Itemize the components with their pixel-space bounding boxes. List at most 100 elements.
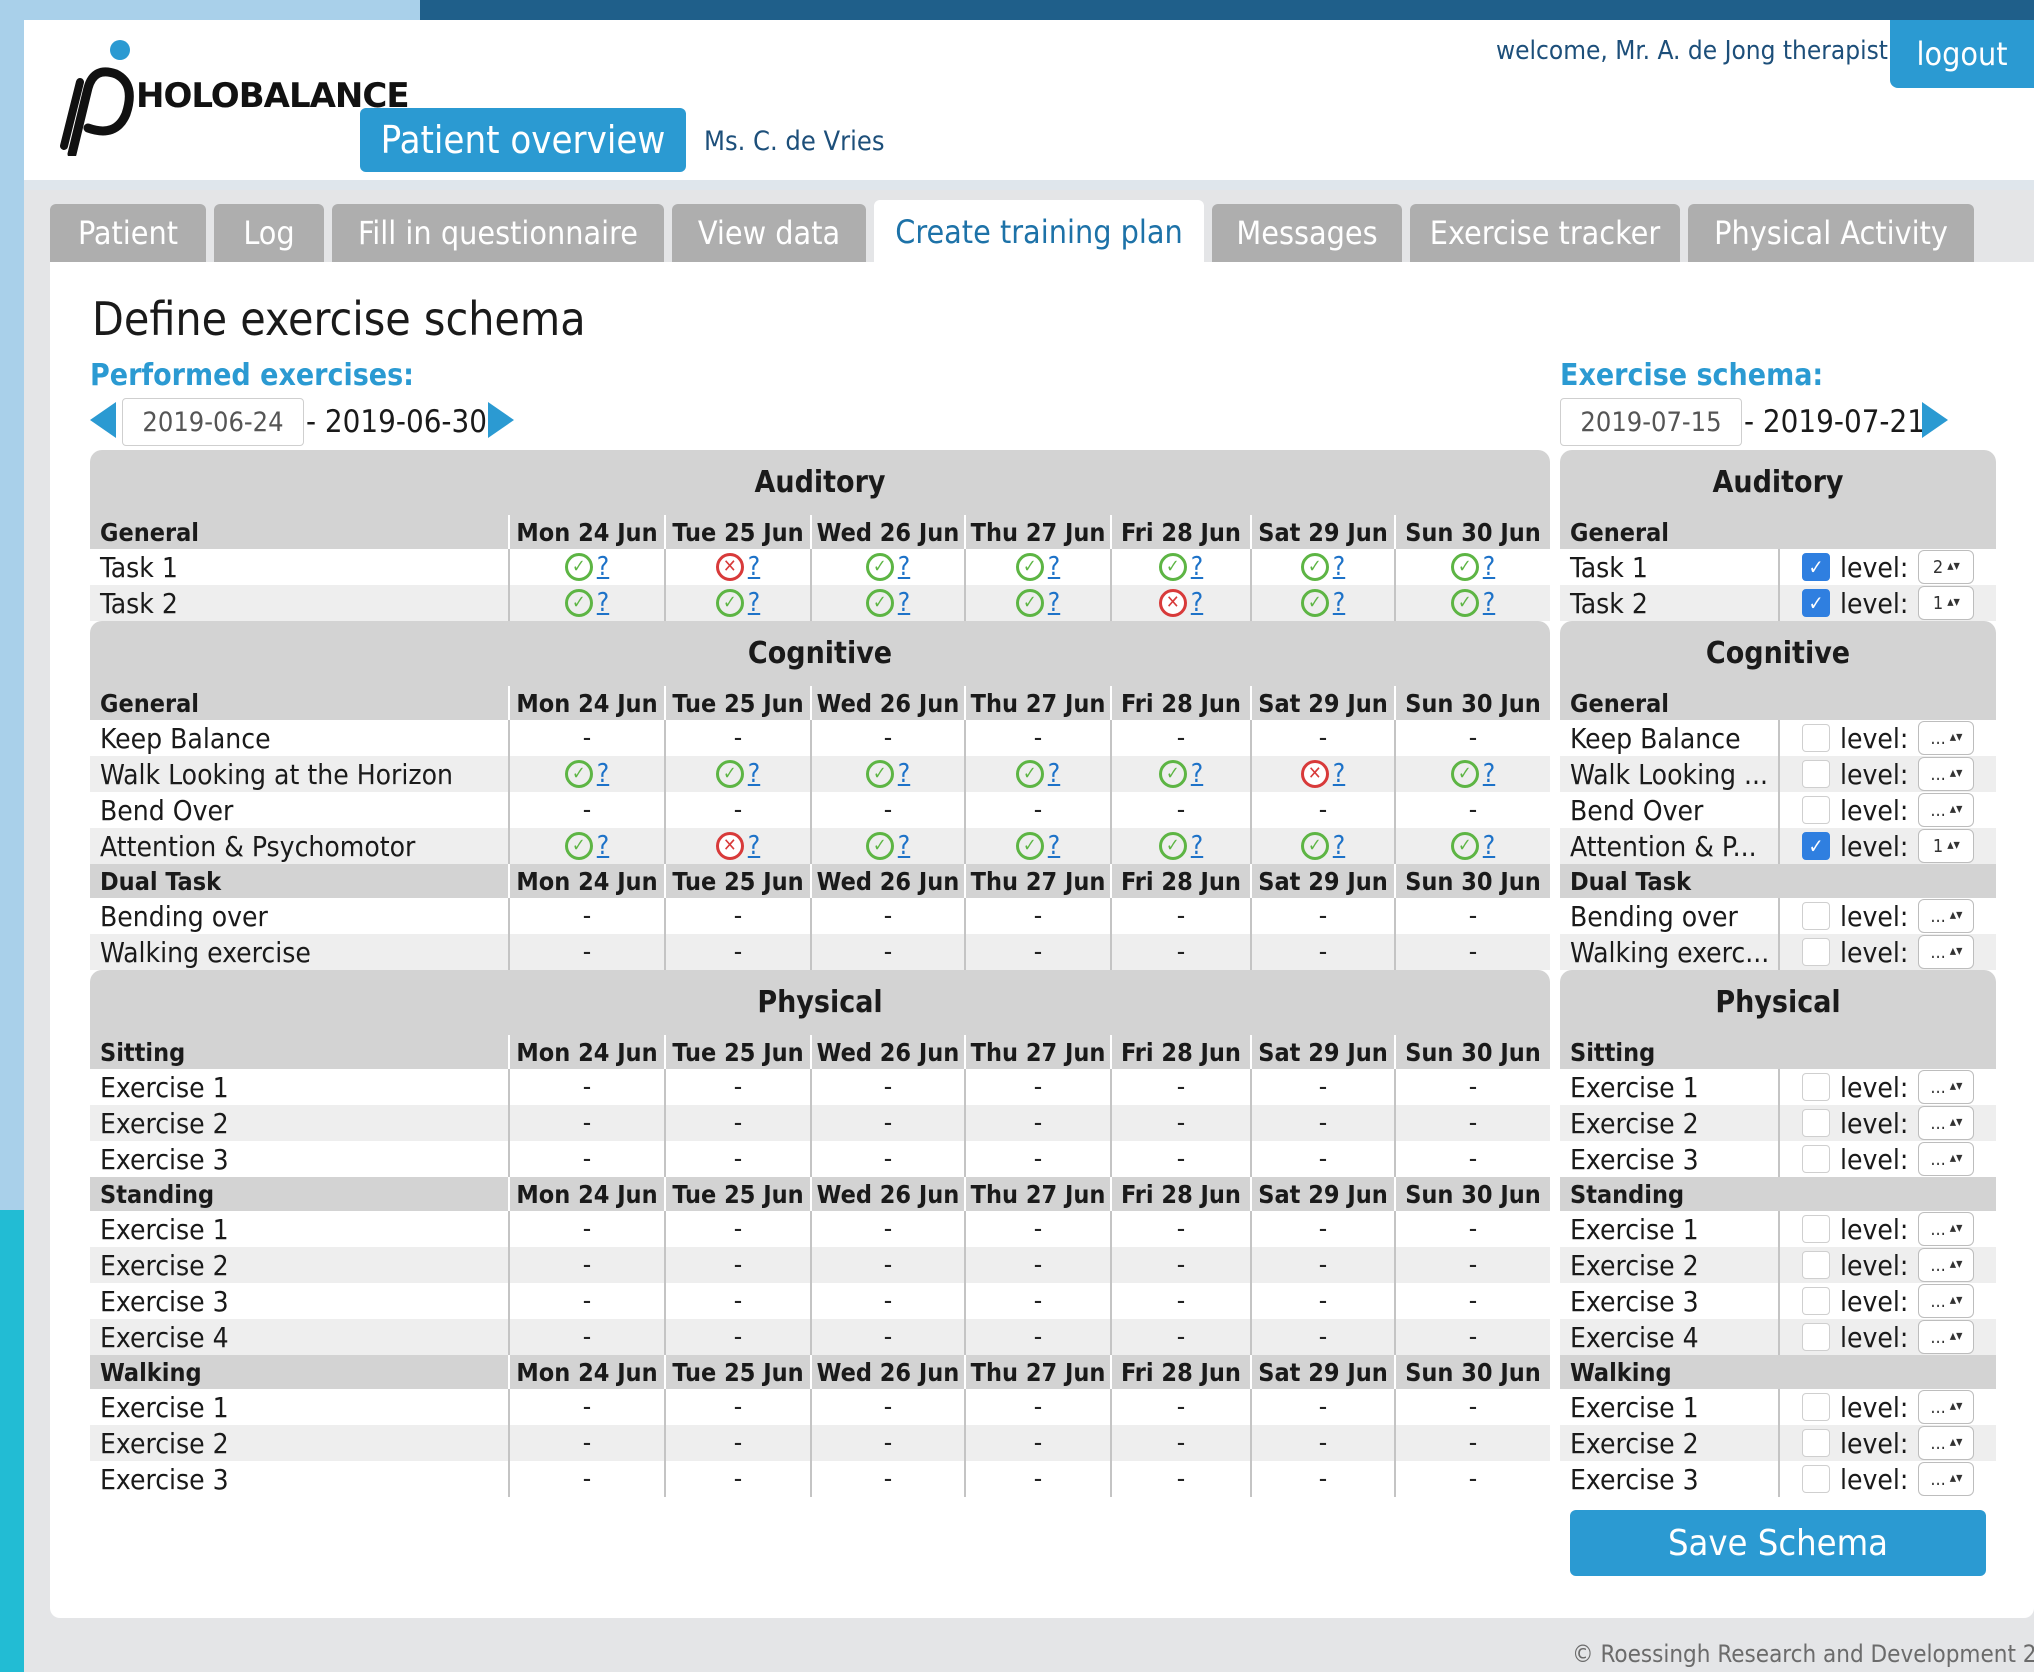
tab-view-data[interactable]: View data — [672, 204, 866, 262]
group-name: Standing — [100, 1179, 215, 1209]
details-link[interactable]: ? — [1191, 759, 1203, 789]
not-scheduled-dash: - — [1033, 1428, 1043, 1458]
level-stepper[interactable]: ... ▴▾ — [1918, 757, 1975, 791]
day-status-cell: - — [810, 1283, 964, 1319]
level-stepper[interactable]: ... ▴▾ — [1918, 793, 1975, 827]
details-link[interactable]: ? — [1333, 552, 1345, 582]
schema-start-date-input[interactable]: 2019-07-15 — [1560, 398, 1742, 446]
tab-patient[interactable]: Patient — [50, 204, 206, 262]
details-link[interactable]: ? — [1333, 588, 1345, 618]
day-status-cell: - — [964, 1211, 1110, 1247]
details-link[interactable]: ? — [1191, 588, 1203, 618]
level-stepper[interactable]: ... ▴▾ — [1918, 1142, 1975, 1176]
include-checkbox[interactable] — [1802, 1429, 1830, 1457]
not-scheduled-dash: - — [1468, 1250, 1478, 1280]
tab-exercise-tracker[interactable]: Exercise tracker — [1410, 204, 1680, 262]
level-stepper[interactable]: 2 ▴▾ — [1918, 550, 1975, 584]
details-link[interactable]: ? — [1483, 588, 1495, 618]
level-stepper[interactable]: ... ▴▾ — [1918, 1462, 1975, 1496]
details-link[interactable]: ? — [1483, 552, 1495, 582]
details-link[interactable]: ? — [1191, 831, 1203, 861]
day-header: Sun 30 Jun — [1394, 864, 1550, 898]
level-stepper[interactable]: ... ▴▾ — [1918, 899, 1975, 933]
level-stepper[interactable]: ... ▴▾ — [1918, 1106, 1975, 1140]
include-checkbox[interactable] — [1802, 1287, 1830, 1315]
level-stepper[interactable]: ... ▴▾ — [1918, 935, 1975, 969]
include-checkbox[interactable] — [1802, 902, 1830, 930]
not-scheduled-dash: - — [1033, 723, 1043, 753]
save-schema-button[interactable]: Save Schema — [1570, 1510, 1986, 1576]
tab-messages[interactable]: Messages — [1212, 204, 1402, 262]
details-link[interactable]: ? — [1333, 831, 1345, 861]
include-checkbox[interactable] — [1802, 724, 1830, 752]
status-indicator: ✓? — [564, 588, 609, 618]
day-header: Thu 27 Jun — [964, 515, 1110, 549]
include-checkbox[interactable] — [1802, 1251, 1830, 1279]
schema-exercise-name: Bending over — [1570, 899, 1738, 933]
include-checkbox[interactable] — [1802, 1465, 1830, 1493]
performed-start-date-input[interactable]: 2019-06-24 — [122, 398, 304, 446]
tab-create-training-plan[interactable]: Create training plan — [874, 200, 1204, 264]
level-stepper[interactable]: ... ▴▾ — [1918, 1284, 1975, 1318]
level-stepper[interactable]: ... ▴▾ — [1918, 1248, 1975, 1282]
include-checkbox[interactable] — [1802, 938, 1830, 966]
level-stepper[interactable]: ... ▴▾ — [1918, 1426, 1975, 1460]
schema-controls: level:... ▴▾ — [1778, 1247, 1996, 1283]
details-link[interactable]: ? — [748, 831, 760, 861]
details-link[interactable]: ? — [898, 831, 910, 861]
include-checkbox[interactable]: ✓ — [1802, 589, 1830, 617]
tab-fill-in-questionnaire[interactable]: Fill in questionnaire — [332, 204, 664, 262]
logout-button[interactable]: logout — [1890, 20, 2034, 88]
tab-physical-activity[interactable]: Physical Activity — [1688, 204, 1974, 262]
details-link[interactable]: ? — [748, 759, 760, 789]
level-stepper[interactable]: ... ▴▾ — [1918, 1212, 1975, 1246]
include-checkbox[interactable] — [1802, 1323, 1830, 1351]
details-link[interactable]: ? — [1048, 831, 1060, 861]
include-checkbox[interactable] — [1802, 1215, 1830, 1243]
details-link[interactable]: ? — [1483, 831, 1495, 861]
level-stepper[interactable]: ... ▴▾ — [1918, 721, 1975, 755]
level-stepper[interactable]: 1 ▴▾ — [1918, 586, 1975, 620]
include-checkbox[interactable]: ✓ — [1802, 553, 1830, 581]
patient-overview-button[interactable]: Patient overview — [360, 108, 686, 172]
details-link[interactable]: ? — [898, 759, 910, 789]
holobalance-logo[interactable]: HOLOBALANCE — [50, 36, 410, 156]
details-link[interactable]: ? — [898, 588, 910, 618]
details-link[interactable]: ? — [748, 552, 760, 582]
include-checkbox[interactable] — [1802, 1145, 1830, 1173]
details-link[interactable]: ? — [597, 588, 609, 618]
check-circle-icon: ✓ — [564, 760, 593, 788]
next-week-arrow-icon[interactable] — [488, 402, 514, 438]
details-link[interactable]: ? — [597, 759, 609, 789]
schema-next-week-arrow-icon[interactable] — [1922, 402, 1948, 438]
day-status-cell: - — [508, 1425, 664, 1461]
previous-week-arrow-icon[interactable] — [90, 402, 116, 438]
details-link[interactable]: ? — [1333, 759, 1345, 789]
include-checkbox[interactable] — [1802, 1073, 1830, 1101]
include-checkbox[interactable] — [1802, 796, 1830, 824]
details-link[interactable]: ? — [898, 552, 910, 582]
include-checkbox[interactable] — [1802, 1393, 1830, 1421]
level-stepper[interactable]: ... ▴▾ — [1918, 1390, 1975, 1424]
include-checkbox[interactable]: ✓ — [1802, 832, 1830, 860]
check-circle-icon: ✓ — [1450, 760, 1479, 788]
details-link[interactable]: ? — [1048, 552, 1060, 582]
include-checkbox[interactable] — [1802, 1109, 1830, 1137]
details-link[interactable]: ? — [748, 588, 760, 618]
details-link[interactable]: ? — [1483, 759, 1495, 789]
details-link[interactable]: ? — [1191, 552, 1203, 582]
details-link[interactable]: ? — [597, 831, 609, 861]
details-link[interactable]: ? — [597, 552, 609, 582]
cross-circle-icon: ✕ — [715, 553, 744, 581]
day-header: Wed 26 Jun — [810, 1177, 964, 1211]
details-link[interactable]: ? — [1048, 588, 1060, 618]
level-stepper[interactable]: ... ▴▾ — [1918, 1070, 1975, 1104]
tab-log[interactable]: Log — [214, 204, 324, 262]
day-status-cell: - — [1394, 1105, 1550, 1141]
performed-exercises-grid: Auditory General Mon 24 Jun Tue 25 Jun Wed 2… — [90, 450, 1550, 1497]
schema-exercise-name: Walk Looking ... — [1570, 757, 1769, 791]
include-checkbox[interactable] — [1802, 760, 1830, 788]
level-stepper[interactable]: ... ▴▾ — [1918, 1320, 1975, 1354]
level-stepper[interactable]: 1 ▴▾ — [1918, 829, 1975, 863]
details-link[interactable]: ? — [1048, 759, 1060, 789]
